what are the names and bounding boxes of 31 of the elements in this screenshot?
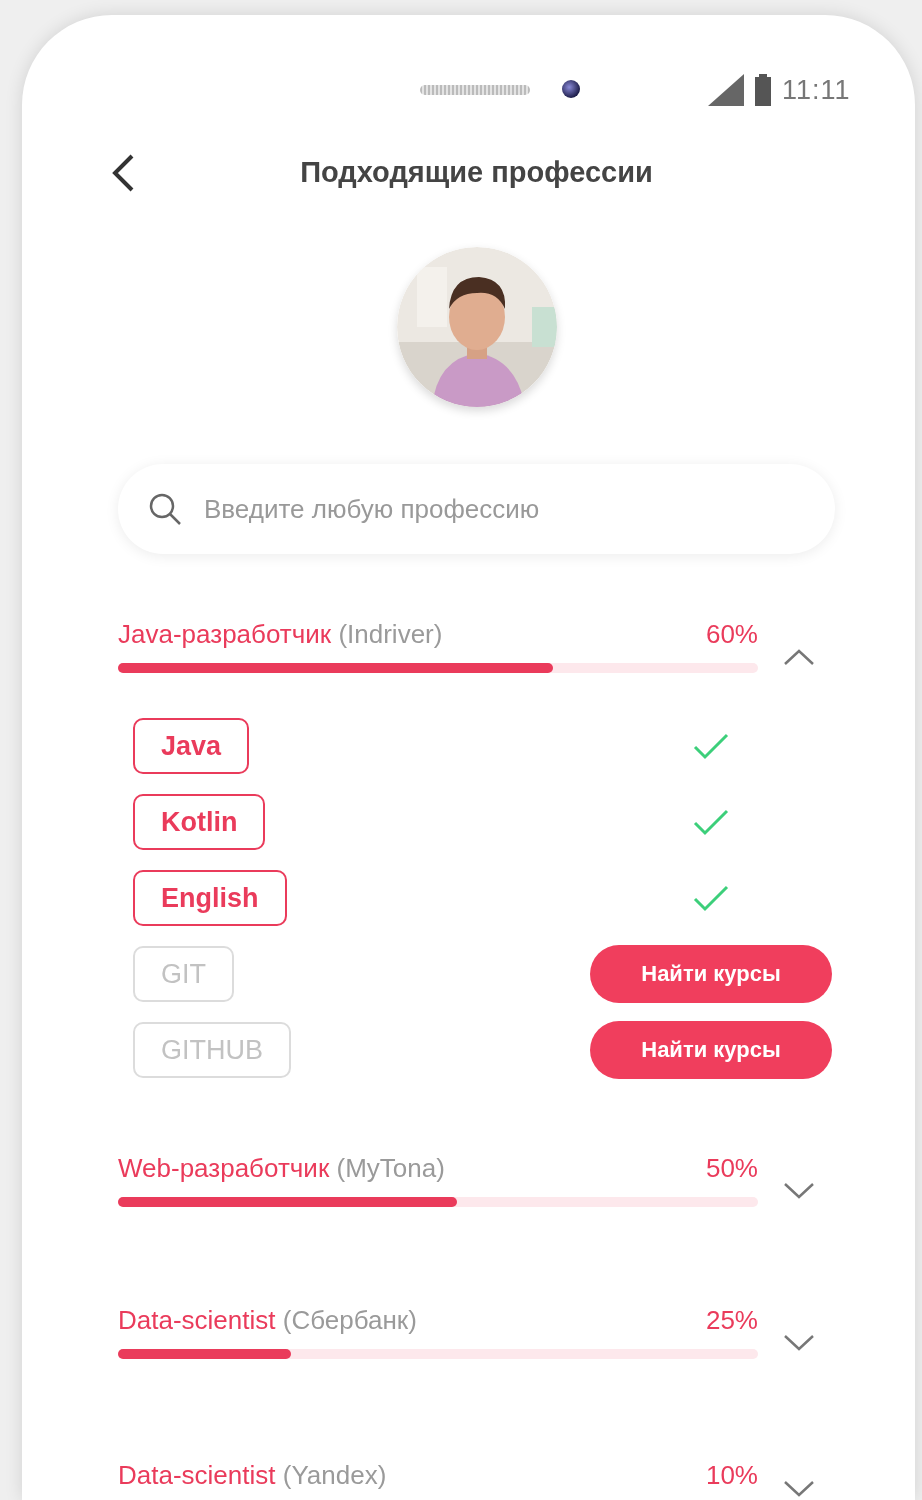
match-percent: 10% <box>705 1460 758 1491</box>
back-icon[interactable] <box>110 154 136 192</box>
skill-tag: Java <box>133 718 250 774</box>
skill-tag: English <box>133 870 287 926</box>
battery-icon <box>754 74 772 106</box>
match-percent: 60% <box>705 619 758 650</box>
screen-title: Подходящие профессии <box>300 155 653 189</box>
check-icon <box>693 808 729 836</box>
match-percent: 25% <box>705 1305 758 1336</box>
check-icon <box>693 732 729 760</box>
search-icon <box>148 492 182 526</box>
chevron-down-icon[interactable] <box>782 1479 816 1499</box>
find-courses-button[interactable]: Найти курсы <box>590 1021 832 1079</box>
profession-title: Web-разработчик (MyTona) <box>118 1153 445 1184</box>
speaker-grille-icon <box>420 85 530 95</box>
find-courses-button[interactable]: Найти курсы <box>590 945 832 1003</box>
skill-tag: GIT <box>133 946 234 1002</box>
status-time: 11:11 <box>782 74 851 106</box>
signal-icon <box>708 74 744 106</box>
profession-title: Data-scientist (Yandex) <box>118 1460 387 1491</box>
profession-title: Java-разработчик (Indriver) <box>118 619 443 650</box>
chevron-up-icon[interactable] <box>782 647 816 667</box>
chevron-down-icon[interactable] <box>782 1181 816 1201</box>
match-percent: 50% <box>705 1153 758 1184</box>
profession-title: Data-scientist (Сбербанк) <box>118 1305 417 1336</box>
chevron-down-icon[interactable] <box>782 1333 816 1353</box>
camera-icon <box>562 80 580 98</box>
search-field[interactable]: Введите любую профессию <box>204 489 764 529</box>
skill-tag: GITHUB <box>133 1022 291 1078</box>
skill-tag: Kotlin <box>133 794 266 850</box>
check-icon <box>693 884 729 912</box>
